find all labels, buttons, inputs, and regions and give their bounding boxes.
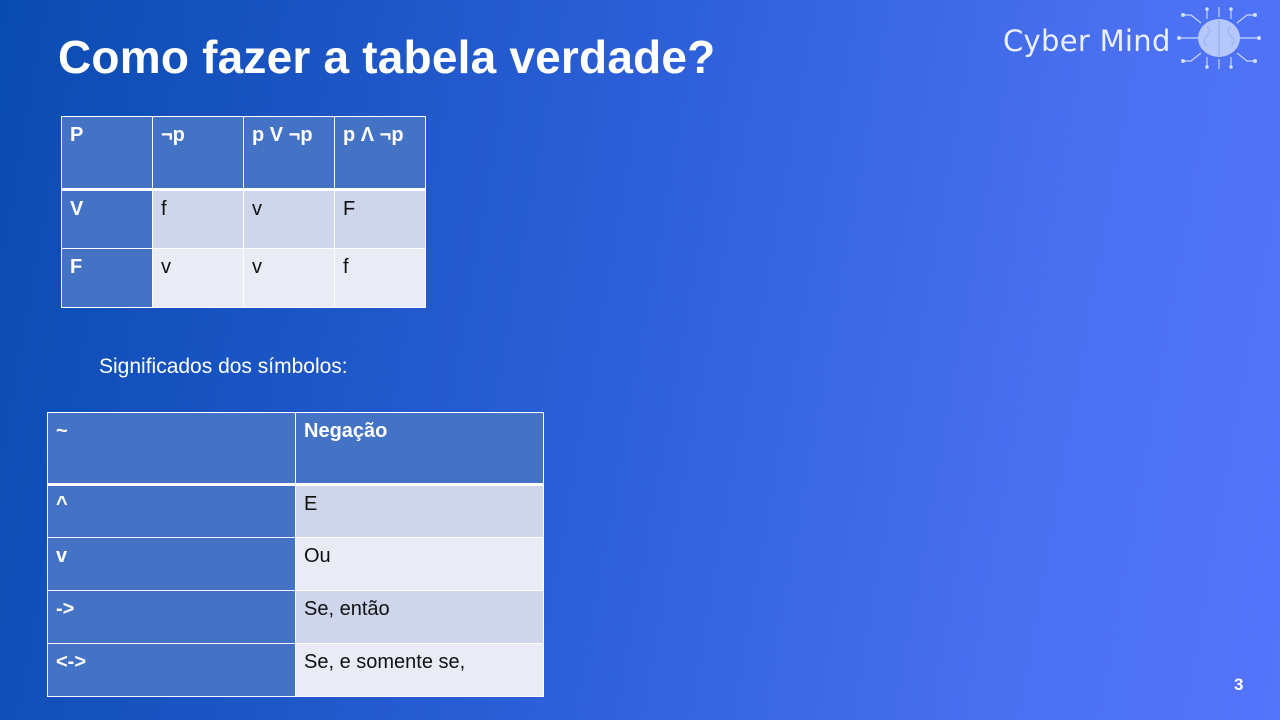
meaning-cell: Se, então bbox=[295, 590, 544, 644]
truth-cell: v bbox=[243, 189, 335, 249]
truth-cell: F bbox=[334, 189, 426, 249]
symbols-table-row: <-> Se, e somente se, bbox=[47, 643, 544, 697]
symbols-table: ~ Negação ^ E v Ou -> Se, então <-> Se, … bbox=[47, 412, 544, 697]
symbol-cell: -> bbox=[47, 590, 296, 644]
symbols-table-row: ^ E bbox=[47, 484, 544, 538]
truth-header-cell: p V ¬p bbox=[243, 116, 335, 190]
symbols-header-cell: Negação bbox=[295, 412, 544, 485]
truth-cell: V bbox=[61, 189, 153, 249]
symbols-table-row: -> Se, então bbox=[47, 590, 544, 644]
truth-cell: v bbox=[152, 248, 244, 308]
truth-header-cell: ¬p bbox=[152, 116, 244, 190]
truth-table-row: V f v F bbox=[61, 189, 426, 249]
symbols-table-header-row: ~ Negação bbox=[47, 412, 544, 485]
truth-header-cell: p Λ ¬p bbox=[334, 116, 426, 190]
truth-cell: v bbox=[243, 248, 335, 308]
meaning-cell: E bbox=[295, 484, 544, 538]
brain-circuit-icon bbox=[1176, 5, 1261, 76]
truth-table-header-row: P ¬p p V ¬p p Λ ¬p bbox=[61, 116, 426, 190]
symbol-cell: ^ bbox=[47, 484, 296, 538]
logo-text: Cyber Mind bbox=[1003, 24, 1171, 58]
page-number: 3 bbox=[1234, 675, 1244, 694]
truth-table: P ¬p p V ¬p p Λ ¬p V f v F F v v f bbox=[61, 116, 426, 308]
symbol-cell: v bbox=[47, 537, 296, 591]
symbols-table-row: v Ou bbox=[47, 537, 544, 591]
symbol-cell: <-> bbox=[47, 643, 296, 697]
symbols-header-cell: ~ bbox=[47, 412, 296, 485]
meaning-cell: Ou bbox=[295, 537, 544, 591]
cyber-mind-logo: Cyber Mind bbox=[1003, 6, 1273, 74]
symbols-caption: Significados dos símbolos: bbox=[99, 355, 348, 378]
truth-header-cell: P bbox=[61, 116, 153, 190]
slide-title: Como fazer a tabela verdade? bbox=[58, 31, 716, 83]
meaning-cell: Se, e somente se, bbox=[295, 643, 544, 697]
truth-table-row: F v v f bbox=[61, 248, 426, 308]
truth-cell: F bbox=[61, 248, 153, 308]
truth-cell: f bbox=[152, 189, 244, 249]
truth-cell: f bbox=[334, 248, 426, 308]
